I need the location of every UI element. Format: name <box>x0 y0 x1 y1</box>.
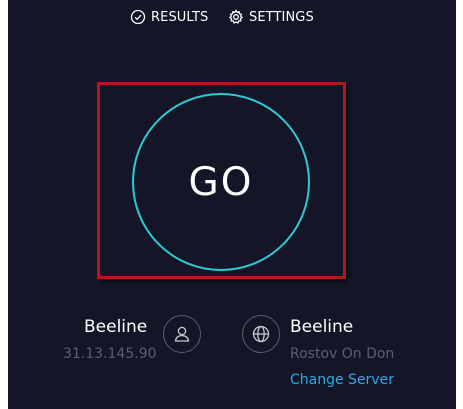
settings-nav-button[interactable]: SETTINGS <box>228 7 314 27</box>
isp-ip-address: 31.13.145.90 <box>63 346 157 362</box>
server-location: Rostov On Don <box>290 346 395 362</box>
globe-icon <box>242 315 280 353</box>
check-circle-icon <box>130 9 146 25</box>
speedtest-panel: RESULTS SETTINGS GO Beeline 31.13.145.90 <box>8 0 456 409</box>
change-server-link[interactable]: Change Server <box>290 372 394 388</box>
top-navigation: RESULTS SETTINGS <box>8 7 456 27</box>
go-button[interactable]: GO <box>132 93 310 271</box>
user-icon <box>163 315 201 353</box>
results-nav-button[interactable]: RESULTS <box>130 7 208 27</box>
results-label: RESULTS <box>151 9 209 25</box>
gear-icon <box>228 9 244 25</box>
go-label: GO <box>188 159 254 205</box>
isp-name: Beeline <box>84 317 148 337</box>
server-name: Beeline <box>290 317 354 337</box>
settings-label: SETTINGS <box>249 9 314 25</box>
